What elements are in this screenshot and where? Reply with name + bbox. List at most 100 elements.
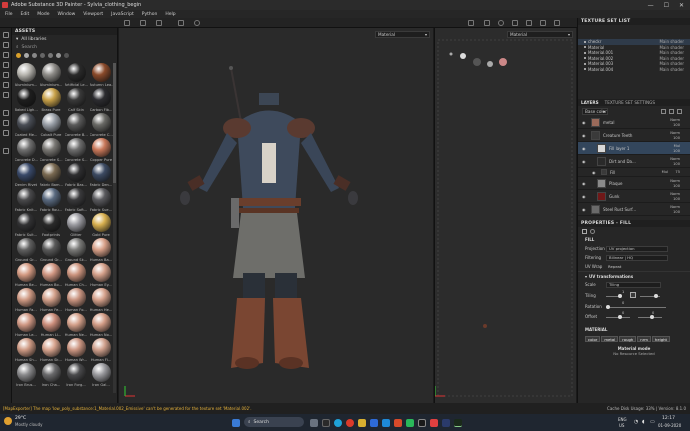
clock-time[interactable]: 12:17 [662,416,675,421]
layer-blend[interactable]: Norm [670,157,680,161]
viewport-3d[interactable]: Material [119,28,433,403]
screenshot-icon[interactable] [178,20,184,26]
layer-blend[interactable]: Norm [670,179,680,183]
layer-row[interactable]: ◉ Steel Rust Surf... Norm 100 [578,203,690,216]
task-view-icon[interactable] [322,418,330,427]
projection-icon[interactable] [3,52,9,58]
eye-icon[interactable]: ◉ [582,133,587,138]
asset-item[interactable]: Concrete D... [14,138,38,163]
eye-icon[interactable]: ◉ [582,120,587,125]
asset-item[interactable]: Calf Skin [64,88,88,113]
eraser-icon[interactable] [3,42,9,48]
weather-icon[interactable] [4,417,12,425]
view-mode-icon[interactable] [554,20,560,26]
brush-filter-icon[interactable] [40,52,45,58]
asset-item[interactable]: Concrete B... [64,113,88,138]
fill-icon[interactable] [582,228,587,234]
eye-icon[interactable]: ◉ [582,181,587,186]
tiling-slider-handle[interactable] [618,294,622,298]
minimize-button[interactable]: — [648,2,654,9]
polygon-fill-icon[interactable] [3,110,9,116]
edge-icon[interactable] [334,418,342,427]
asset-item[interactable]: Fabric Bas... [64,163,88,188]
asset-item[interactable]: Human Fa... [14,288,38,313]
tab-texture-set-settings[interactable]: TEXTURE SET SETTINGS [605,100,655,105]
asset-item[interactable]: Human Fi... [89,338,113,363]
uv-wrap-value[interactable]: Repeat [606,264,668,270]
layer-blend[interactable]: Norm [670,118,680,122]
menu-file[interactable]: File [5,12,13,17]
tab-layers[interactable]: LAYERS [581,100,599,105]
layer-opacity[interactable]: 100 [673,210,680,214]
camera-settings-icon[interactable] [526,20,532,26]
asset-item[interactable]: Iron Forg... [64,363,88,388]
asset-item[interactable]: Human Bo... [39,263,63,288]
layer-opacity[interactable]: 100 [673,149,680,153]
channel-height-button[interactable]: height [651,336,671,342]
eye-icon[interactable]: ◉ [582,194,587,199]
search-input[interactable]: Search [22,45,37,50]
asset-item[interactable]: Fabric Sue... [89,188,113,213]
layer-row[interactable]: ◉ Fill layer 1 Mul 100 [578,142,690,155]
layer-blend[interactable]: Mul [662,170,668,174]
asset-item[interactable]: Coated Me... [14,113,38,138]
language-indicator[interactable]: ENG [618,417,627,422]
environment-filter-icon[interactable] [56,52,61,58]
file-explorer-icon[interactable] [310,418,318,427]
asset-item[interactable]: Human Wr... [64,338,88,363]
tiling-value[interactable]: 1 [622,290,624,294]
split-view-icon[interactable] [540,20,546,26]
asset-item[interactable]: Iron Gal... [89,363,113,388]
layer-row[interactable]: ◉ Creature Teeth Norm 100 [578,129,690,142]
rotation-slider[interactable] [606,307,666,308]
monitor-icon[interactable] [484,20,490,26]
layer-row[interactable]: ◉ Dirt and Da... Norm 100 [578,155,690,168]
asset-item[interactable]: Human Ne... [64,313,88,338]
mail-icon[interactable] [382,418,390,427]
render-icon[interactable] [498,20,504,26]
channel-metal-button[interactable]: metal [601,336,619,342]
volume-icon[interactable]: ◖ [642,419,645,425]
asset-item[interactable]: Human No... [89,313,113,338]
asset-item[interactable]: Ground Gr... [14,238,38,263]
texture-set-shader[interactable]: Main shader [659,61,690,66]
offset-x-handle[interactable] [618,315,622,319]
menu-viewport[interactable]: Viewport [83,12,103,17]
asset-item[interactable]: Fabric Knit... [14,188,38,213]
wifi-icon[interactable]: ◔ [634,419,638,425]
channel-color-button[interactable]: color [585,336,601,342]
asset-item[interactable]: Gold Pure [89,213,113,238]
layer-blend[interactable]: Norm [670,205,680,209]
weather-temp[interactable]: 29°C [15,416,26,421]
layer-opacity[interactable]: 100 [673,184,680,188]
delete-icon[interactable] [677,108,682,114]
asset-item[interactable]: Human Be... [14,263,38,288]
search-bar[interactable]: ⌕ Search [12,43,117,51]
layer-row[interactable]: ◉ Fill Mul 75 [578,168,690,177]
texture-set-shader[interactable]: Main shader [659,56,690,61]
office-icon[interactable] [394,418,402,427]
asset-item[interactable]: Footprints [39,213,63,238]
close-button[interactable]: ✕ [679,2,684,9]
timer-icon[interactable] [194,20,200,26]
menu-window[interactable]: Window [58,12,76,17]
folder-icon[interactable] [358,418,366,427]
alpha-filter-icon[interactable] [48,52,53,58]
asset-item[interactable]: Concrete S... [39,138,63,163]
asset-item[interactable]: Human Fe... [39,288,63,313]
layer-blend[interactable]: Mul [674,144,680,148]
scale-dropdown[interactable]: Tiling [606,281,661,288]
rotation-value[interactable]: 0 [622,301,624,305]
asset-item[interactable]: Human Le... [14,313,38,338]
asset-item[interactable]: Baked Ligh... [14,88,38,113]
menu-mode[interactable]: Mode [37,12,49,17]
channel-dropdown[interactable]: Base color [582,107,608,115]
app-icon-blue[interactable] [442,418,450,427]
clone-icon[interactable] [3,82,9,88]
texture-set-shader[interactable]: Main shader [659,50,690,55]
material-picker-icon[interactable] [3,92,9,98]
texture-set-shader[interactable]: Main shader [659,39,690,44]
chrome-icon[interactable] [346,418,354,427]
menu-python[interactable]: Python [142,12,158,17]
menu-javascript[interactable]: JavaScript [111,12,134,17]
